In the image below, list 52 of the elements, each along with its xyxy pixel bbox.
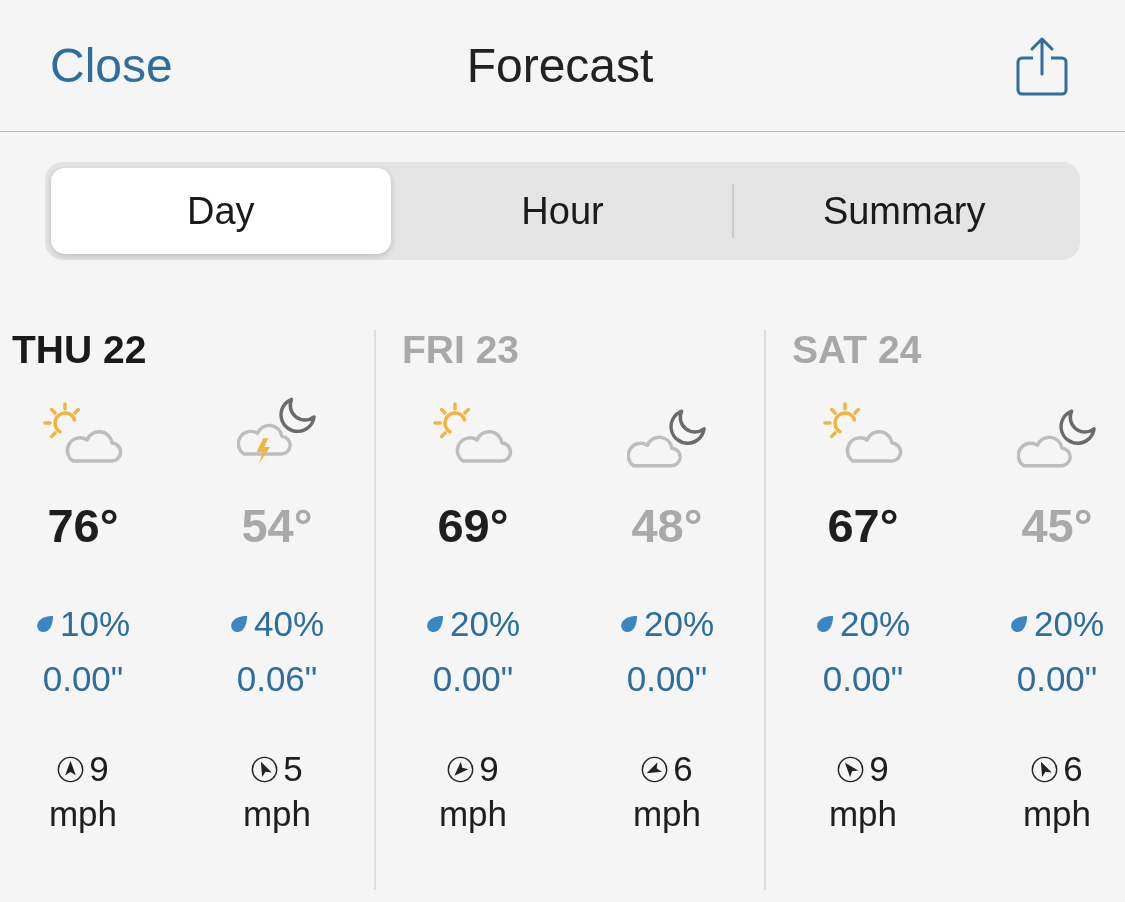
precipitation-chance-text: 10% [59, 604, 131, 644]
temperature-text: 76° [47, 498, 119, 554]
temperature-text: 48° [631, 498, 703, 554]
raindrop-icon [815, 615, 834, 633]
precipitation-amount-text: 0.00" [432, 659, 514, 699]
segment-tab[interactable]: Hour [392, 168, 733, 254]
day-label: FRI 23 [402, 330, 520, 370]
day-label: SAT 24 [792, 330, 922, 370]
precipitation-amount-text: 0.06" [236, 659, 318, 699]
precipitation-amount-text: 0.00" [1016, 659, 1098, 699]
raindrop-icon [619, 615, 638, 633]
raindrop-icon [35, 615, 54, 633]
moon-behind-cloud-icon [627, 408, 707, 468]
sun-behind-cloud-icon [823, 402, 903, 464]
wind-speed-text: 9 [479, 749, 499, 789]
precipitation-chance-text: 20% [839, 604, 911, 644]
precipitation-amount-text: 0.00" [822, 659, 904, 699]
temperature-text: 67° [827, 498, 899, 554]
precipitation-amount-text: 0.00" [42, 659, 124, 699]
wind-unit-text: mph [1022, 794, 1092, 834]
precipitation-amount-text: 0.00" [626, 659, 708, 699]
thunder-cloud-moon-icon [237, 396, 317, 466]
day-label: THU 22 [12, 330, 147, 370]
wind-unit-text: mph [438, 794, 508, 834]
sun-behind-cloud-icon [43, 402, 123, 464]
sun-behind-cloud-icon [433, 402, 513, 464]
moon-behind-cloud-icon [1017, 408, 1097, 468]
wind-speed-text: 5 [283, 749, 303, 789]
temperature-text: 54° [241, 498, 313, 554]
temperature-text: 45° [1021, 498, 1093, 554]
temperature-text: 69° [437, 498, 509, 554]
precipitation-chance-text: 20% [643, 604, 715, 644]
screen-title: Forecast [466, 37, 654, 94]
wind-speed-text: 9 [89, 749, 109, 789]
segment-tab[interactable]: Summary [734, 168, 1074, 254]
wind-unit-text: mph [828, 794, 898, 834]
wind-unit-text: mph [48, 794, 118, 834]
share-button[interactable] [1014, 35, 1070, 96]
wind-unit-text: mph [242, 794, 312, 834]
raindrop-icon [425, 615, 444, 633]
wind-unit-text: mph [632, 794, 702, 834]
close-button[interactable]: Close [50, 37, 173, 94]
share-icon [1014, 35, 1070, 96]
precipitation-chance-text: 40% [253, 604, 325, 644]
raindrop-icon [229, 615, 248, 633]
raindrop-icon [1009, 615, 1028, 633]
wind-speed-text: 9 [869, 749, 889, 789]
precipitation-chance-text: 20% [449, 604, 521, 644]
wind-speed-text: 6 [1063, 749, 1083, 789]
precipitation-chance-text: 20% [1033, 604, 1105, 644]
segment-tab[interactable]: Day [51, 168, 391, 254]
wind-speed-text: 6 [673, 749, 693, 789]
